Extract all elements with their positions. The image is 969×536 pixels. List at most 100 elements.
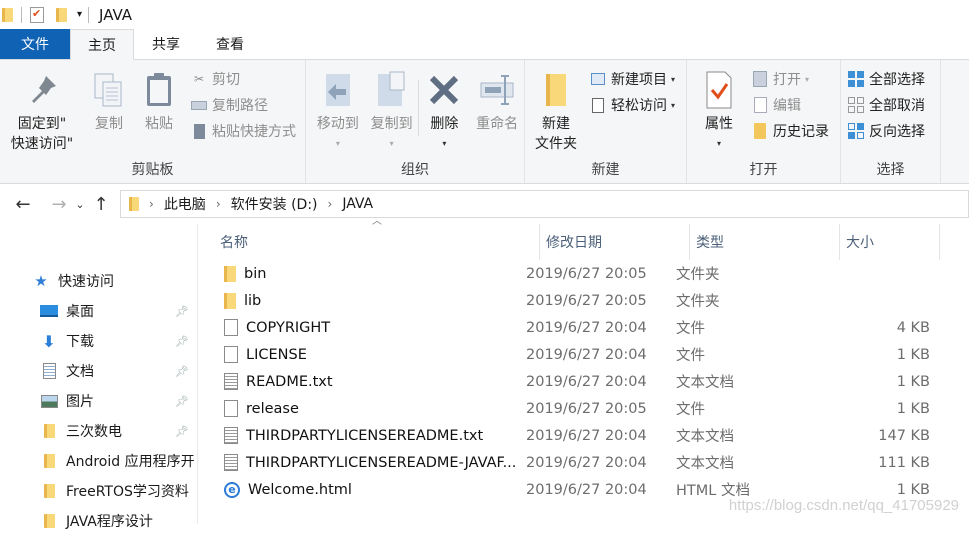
- address-bar[interactable]: › 此电脑 › 软件安装 (D:) › JAVA: [120, 190, 969, 218]
- scissors-icon: ✂: [193, 72, 205, 86]
- easy-access-button[interactable]: 轻松访问 ▾: [589, 92, 675, 118]
- star-icon: ★: [34, 272, 48, 290]
- properties-icon[interactable]: [30, 6, 44, 23]
- file-row[interactable]: THIRDPARTYLICENSEREADME-JAVAF... 2019/6/2…: [198, 449, 969, 476]
- desktop-icon: [40, 303, 58, 319]
- sidebar-item-desktop[interactable]: 桌面 📌︎: [0, 296, 197, 326]
- select-all-button[interactable]: 全部选择: [847, 66, 925, 92]
- history-button[interactable]: 历史记录: [751, 118, 829, 144]
- up-button[interactable]: ↑: [88, 194, 114, 215]
- sidebar-item-downloads[interactable]: ⬇ 下载 📌︎: [0, 326, 197, 356]
- select-group: 全部选择 全部取消 反向选择 选择: [841, 60, 941, 183]
- file-row[interactable]: release 2019/6/27 20:05 文件 1 KB: [198, 395, 969, 422]
- sidebar-item-folder[interactable]: 三次数电 📌︎: [0, 416, 197, 446]
- back-button[interactable]: ←: [10, 194, 36, 215]
- sidebar-item-label: 三次数电: [66, 424, 122, 440]
- sidebar-item-documents[interactable]: 文档 📌︎: [0, 356, 197, 386]
- paste-shortcut-icon: [190, 122, 208, 140]
- copy-label: 复制: [95, 116, 123, 132]
- sidebar-item-folder[interactable]: FreeRTOS学习资料: [0, 476, 197, 506]
- file-date: 2019/6/27 20:04: [526, 346, 647, 363]
- new-folder-icon[interactable]: [56, 7, 67, 22]
- sidebar-item-quick-access[interactable]: ★ 快速访问: [0, 266, 197, 296]
- edit-label: 编辑: [773, 98, 801, 114]
- copy-to-icon: [372, 70, 412, 110]
- column-header-size[interactable]: 大小: [840, 224, 940, 260]
- tab-home[interactable]: 主页: [70, 29, 134, 60]
- organize-group-label: 组织: [401, 162, 429, 178]
- easy-access-dropdown-icon: ▾: [671, 100, 676, 110]
- file-type: 文本文档: [676, 429, 734, 445]
- sidebar-item-folder[interactable]: Android 应用程序开: [0, 446, 197, 476]
- file-date: 2019/6/27 20:05: [526, 400, 647, 417]
- pin-icon[interactable]: 📌︎: [175, 335, 189, 348]
- file-name: bin: [244, 265, 267, 282]
- sidebar-item-pictures[interactable]: 图片 📌︎: [0, 386, 197, 416]
- tab-share[interactable]: 共享: [134, 29, 198, 59]
- breadcrumb-java[interactable]: JAVA: [342, 196, 373, 212]
- window-title: JAVA: [99, 5, 133, 24]
- paste-icon: [139, 70, 179, 110]
- file-rows: bin 2019/6/27 20:05 文件夹 lib 2019/6/27 20:05 文…: [198, 260, 969, 503]
- file-name: COPYRIGHT: [246, 319, 331, 336]
- recent-locations-dropdown[interactable]: ⌄: [72, 198, 88, 211]
- breadcrumb-separator[interactable]: ›: [328, 197, 333, 211]
- invert-selection-button[interactable]: 反向选择: [847, 118, 925, 144]
- history-label: 历史记录: [773, 124, 829, 140]
- file-type: 文本文档: [676, 375, 734, 391]
- new-folder-icon: [536, 70, 576, 110]
- new-item-label: 新建项目: [611, 72, 667, 88]
- pin-icon[interactable]: 📌︎: [175, 395, 189, 408]
- invert-selection-label: 反向选择: [869, 124, 925, 140]
- column-header-date[interactable]: 修改日期: [540, 224, 690, 260]
- folder-icon: [40, 453, 58, 469]
- breadcrumb-this-pc[interactable]: 此电脑: [164, 194, 206, 214]
- sort-ascending-icon: ︿: [372, 216, 382, 227]
- select-none-icon: [847, 96, 865, 114]
- open-button[interactable]: 打开 ▾: [751, 66, 829, 92]
- pictures-icon: [40, 393, 58, 409]
- pin-icon[interactable]: 📌︎: [175, 425, 189, 438]
- paste-shortcut-button[interactable]: 粘贴快捷方式: [190, 118, 296, 144]
- file-row[interactable]: COPYRIGHT 2019/6/27 20:04 文件 4 KB: [198, 314, 969, 341]
- file-date: 2019/6/27 20:04: [526, 481, 647, 498]
- pin-icon[interactable]: 📌︎: [175, 305, 189, 318]
- navigation-bar: ← → ⌄ ↑ › 此电脑 › 软件安装 (D:) › JAVA: [0, 184, 969, 224]
- file-row[interactable]: LICENSE 2019/6/27 20:04 文件 1 KB: [198, 341, 969, 368]
- cut-button[interactable]: ✂ 剪切: [190, 66, 296, 92]
- copy-path-button[interactable]: 复制路径: [190, 92, 296, 118]
- properties-dropdown-icon: ▾: [716, 139, 721, 148]
- new-item-button[interactable]: 新建项目 ▾: [589, 66, 675, 92]
- copy-icon: [89, 70, 129, 110]
- file-icon: [224, 319, 238, 336]
- tab-view[interactable]: 查看: [198, 29, 262, 59]
- file-row[interactable]: THIRDPARTYLICENSEREADME.txt 2019/6/27 20:…: [198, 422, 969, 449]
- file-type: 文本文档: [676, 456, 734, 472]
- sidebar-item-label: Android 应用程序开: [66, 454, 195, 470]
- breadcrumb-separator[interactable]: ›: [149, 197, 154, 211]
- tab-file[interactable]: 文件: [0, 29, 70, 59]
- file-row[interactable]: bin 2019/6/27 20:05 文件夹: [198, 260, 969, 287]
- move-to-dropdown-icon: ▾: [335, 139, 340, 148]
- edit-button[interactable]: 编辑: [751, 92, 829, 118]
- file-size: 1 KB: [896, 373, 930, 390]
- file-row[interactable]: README.txt 2019/6/27 20:04 文本文档 1 KB: [198, 368, 969, 395]
- file-name-cell: COPYRIGHT: [198, 319, 526, 336]
- column-header-type[interactable]: 类型: [690, 224, 840, 260]
- file-type: 文件: [676, 348, 705, 364]
- customize-toolbar-dropdown[interactable]: ▾: [77, 9, 82, 20]
- open-dropdown-icon: ▾: [805, 74, 810, 84]
- easy-access-icon: [589, 96, 607, 114]
- pin-icon[interactable]: 📌︎: [175, 365, 189, 378]
- file-type: 文件夹: [676, 294, 720, 310]
- file-row[interactable]: lib 2019/6/27 20:05 文件夹: [198, 287, 969, 314]
- sidebar-item-folder[interactable]: JAVA程序设计: [0, 506, 197, 536]
- column-header-name[interactable]: 名称: [198, 224, 540, 260]
- file-name-cell: bin: [198, 265, 526, 282]
- forward-button[interactable]: →: [46, 194, 72, 215]
- breadcrumb-drive-d[interactable]: 软件安装 (D:): [231, 194, 318, 214]
- select-all-label: 全部选择: [869, 72, 925, 88]
- breadcrumb-separator[interactable]: ›: [216, 197, 221, 211]
- properties-icon: [699, 70, 739, 110]
- select-none-button[interactable]: 全部取消: [847, 92, 925, 118]
